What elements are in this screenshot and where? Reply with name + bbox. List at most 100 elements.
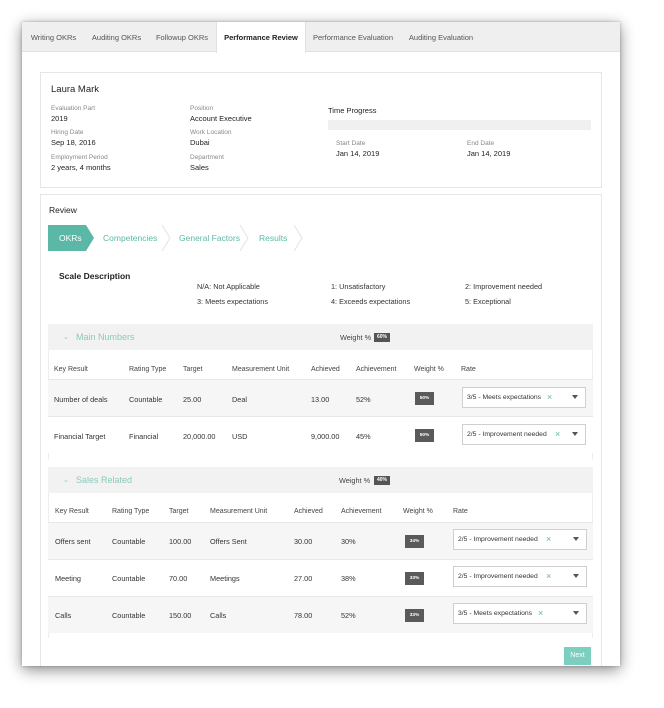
scale-1: 1: Unsatisfactory <box>331 282 386 291</box>
scale-description-title: Scale Description <box>59 271 131 281</box>
hiring-date-label: Hiring Date <box>51 129 84 136</box>
unit-cell: Deal <box>232 395 248 404</box>
end-date-value: Jan 14, 2019 <box>467 149 511 158</box>
tab-auditing-evaluation[interactable]: Auditing Evaluation <box>400 22 482 52</box>
chevron-down-icon[interactable]: ⌄ <box>63 476 69 484</box>
achievement-cell: 38% <box>341 574 356 583</box>
column-header-achievement: Achievement <box>356 366 397 373</box>
chevron-down-icon[interactable]: ⌄ <box>63 333 69 341</box>
group-title-sales-related: Sales Related <box>76 475 133 485</box>
tab-writing-okrs[interactable]: Writing OKRs <box>22 22 85 52</box>
work-location-label: Work Location <box>190 129 232 136</box>
column-header-target: Target <box>169 508 189 515</box>
key-result-cell: Offers sent <box>55 537 91 546</box>
column-header-key-result: Key Result <box>54 366 88 373</box>
key-result-cell: Financial Target <box>54 432 106 441</box>
rating-type-cell: Countable <box>112 574 146 583</box>
achieved-cell: 27.00 <box>294 574 313 583</box>
rating-type-cell: Countable <box>112 611 146 620</box>
step-okrs[interactable]: OKRs <box>59 225 82 251</box>
caret-down-icon[interactable] <box>573 537 579 541</box>
step-divider-2 <box>239 225 249 251</box>
rating-type-cell: Financial <box>129 432 159 441</box>
tab-performance-evaluation[interactable]: Performance Evaluation <box>306 22 400 52</box>
target-cell: 150.00 <box>169 611 192 620</box>
target-cell: 25.00 <box>183 395 202 404</box>
column-header-key-result: Key Result <box>55 508 89 515</box>
rate-select[interactable]: 2/5 - Improvement needed × <box>453 566 587 587</box>
column-header-weight: Weight % <box>414 366 444 373</box>
caret-down-icon[interactable] <box>573 574 579 578</box>
group-title-main-numbers: Main Numbers <box>76 332 135 342</box>
achieved-cell: 9,000.00 <box>311 432 340 441</box>
weight-badge: 50% <box>415 429 434 442</box>
target-cell: 70.00 <box>169 574 188 583</box>
rate-select-value: 3/5 - Meets expectations <box>467 394 542 401</box>
tab-performance-review[interactable]: Performance Review <box>216 22 306 53</box>
step-general-factors[interactable]: General Factors <box>179 225 240 251</box>
column-header-weight: Weight % <box>403 508 433 515</box>
rate-select[interactable]: 2/5 - Improvement needed × <box>462 424 586 445</box>
rate-select-value: 2/5 - Improvement needed <box>467 431 547 438</box>
evaluation-part-value: 2019 <box>51 114 68 123</box>
step-divider-1 <box>161 225 171 251</box>
column-header-achieved: Achieved <box>294 508 323 515</box>
department-label: Department <box>190 154 224 161</box>
position-value: Account Executive <box>190 114 252 123</box>
column-header-achieved: Achieved <box>311 366 340 373</box>
achieved-cell: 13.00 <box>311 395 330 404</box>
column-header-rate: Rate <box>461 366 476 373</box>
employee-name: Laura Mark <box>51 84 100 95</box>
column-header-rating-type: Rating Type <box>112 508 150 515</box>
clear-icon[interactable]: × <box>555 429 560 439</box>
clear-icon[interactable]: × <box>538 608 543 618</box>
time-progress-bar <box>328 120 591 130</box>
target-cell: 100.00 <box>169 537 192 546</box>
key-result-cell: Meeting <box>55 574 81 583</box>
next-button[interactable]: Next <box>564 647 591 665</box>
weight-badge: 34% <box>405 535 424 548</box>
scale-2: 2: Improvement needed <box>465 282 543 291</box>
scale-5: 5: Exceptional <box>465 297 511 306</box>
end-date-label: End Date <box>467 140 495 147</box>
scale-3: 3: Meets expectations <box>197 297 268 306</box>
evaluation-part-label: Evaluation Part <box>51 105 96 112</box>
unit-cell: Meetings <box>210 574 240 583</box>
step-divider-3 <box>293 225 303 251</box>
achieved-cell: 30.00 <box>294 537 313 546</box>
achieved-cell: 78.00 <box>294 611 313 620</box>
column-header-rating-type: Rating Type <box>129 366 167 373</box>
clear-icon[interactable]: × <box>546 571 551 581</box>
key-result-cell: Calls <box>55 611 72 620</box>
achievement-cell: 45% <box>356 432 371 441</box>
start-date-value: Jan 14, 2019 <box>336 149 380 158</box>
group-weight-badge: 60% <box>374 333 391 342</box>
clear-icon[interactable]: × <box>547 392 552 402</box>
clear-icon[interactable]: × <box>546 534 551 544</box>
achievement-cell: 52% <box>356 395 371 404</box>
weight-badge: 33% <box>405 572 424 585</box>
column-header-measurement-unit: Measurement Unit <box>232 366 290 373</box>
tab-followup-okrs[interactable]: Followup OKRs <box>148 22 216 52</box>
start-date-label: Start Date <box>336 140 366 147</box>
step-results[interactable]: Results <box>259 225 287 251</box>
caret-down-icon[interactable] <box>572 432 578 436</box>
caret-down-icon[interactable] <box>573 611 579 615</box>
group-weight-label: Weight % <box>339 476 371 485</box>
tab-auditing-okrs[interactable]: Auditing OKRs <box>85 22 148 52</box>
weight-badge: 50% <box>415 392 434 405</box>
scale-na: N/A: Not Applicable <box>197 282 260 291</box>
unit-cell: Offers Sent <box>210 537 247 546</box>
employment-period-value: 2 years, 4 months <box>51 163 111 172</box>
work-location-value: Dubai <box>190 138 210 147</box>
caret-down-icon[interactable] <box>572 395 578 399</box>
step-competencies[interactable]: Competencies <box>103 225 157 251</box>
column-header-achievement: Achievement <box>341 508 382 515</box>
rate-select[interactable]: 2/5 - Improvement needed × <box>453 529 587 550</box>
rate-select-value: 2/5 - Improvement needed <box>458 536 538 543</box>
rate-select[interactable]: 3/5 - Meets expectations × <box>462 387 586 408</box>
unit-cell: USD <box>232 432 248 441</box>
column-header-target: Target <box>183 366 203 373</box>
weight-badge: 33% <box>405 609 424 622</box>
rate-select[interactable]: 3/5 - Meets expectations × <box>453 603 587 624</box>
